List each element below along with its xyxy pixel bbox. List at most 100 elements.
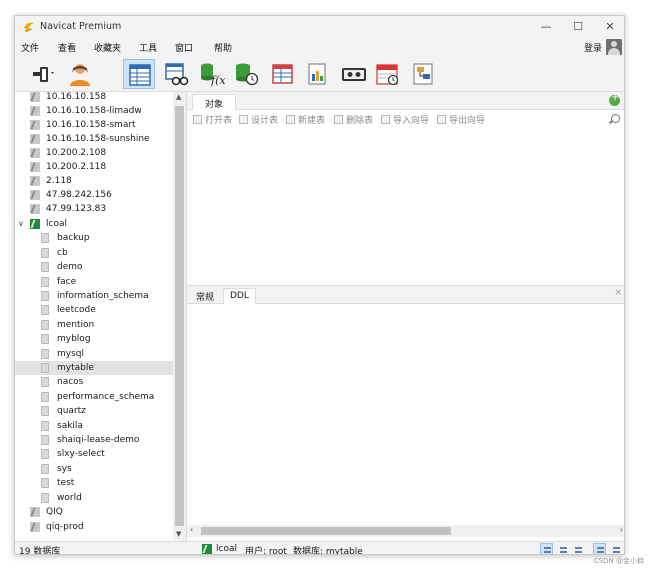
tree-database[interactable]: cb <box>15 246 173 260</box>
tree-database[interactable]: leetcode <box>15 303 173 317</box>
tree-connection[interactable]: 10.200.2.118 <box>15 160 173 174</box>
new-table-button[interactable]: 新建表 <box>286 113 325 126</box>
search-icon[interactable] <box>611 114 620 123</box>
tree-connection[interactable]: 10.16.10.158-limadw <box>15 104 173 118</box>
menu-file[interactable]: 文件 <box>21 41 39 54</box>
tree-database[interactable]: nacos <box>15 375 173 389</box>
table-button[interactable] <box>123 59 155 89</box>
database-icon <box>41 392 49 402</box>
tree-database[interactable]: performance_schema <box>15 390 173 404</box>
tree-database[interactable]: information_schema <box>15 289 173 303</box>
list-view-icon[interactable] <box>540 543 553 554</box>
menu-favorites[interactable]: 收藏夹 <box>94 41 121 54</box>
view-button[interactable] <box>160 59 192 89</box>
ddl-content[interactable] <box>187 304 624 522</box>
tree-connection[interactable]: 2.118 <box>15 174 173 188</box>
title-bar: Navicat Premium — ☐ ✕ <box>15 16 624 38</box>
database-icon <box>41 435 49 445</box>
menu-help[interactable]: 帮助 <box>214 41 232 54</box>
grid-view-icon[interactable] <box>571 543 584 554</box>
database-icon <box>41 277 49 287</box>
delete-table-icon <box>334 115 343 124</box>
model-button[interactable] <box>407 59 439 89</box>
status-connection-icon <box>202 544 212 554</box>
status-connection: lcoal <box>216 544 237 554</box>
menu-view[interactable]: 查看 <box>58 41 76 54</box>
backup-button[interactable] <box>337 59 369 89</box>
new-object-icon[interactable] <box>609 92 620 106</box>
design-table-icon <box>239 115 248 124</box>
database-icon <box>41 334 49 344</box>
event-button[interactable] <box>230 59 262 89</box>
scroll-right-icon[interactable]: › <box>620 525 623 534</box>
chevron-down-icon[interactable]: ∨ <box>18 217 24 231</box>
main-toolbar: f(x) <box>15 56 624 92</box>
open-table-button[interactable]: 打开表 <box>193 113 232 126</box>
schedule-button[interactable] <box>371 59 403 89</box>
navicat-logo-icon <box>24 22 34 32</box>
scrollbar-thumb[interactable] <box>201 527 451 535</box>
report-button[interactable] <box>301 59 333 89</box>
toggle-panel-icon[interactable] <box>593 543 606 554</box>
database-icon <box>41 478 49 488</box>
user-button[interactable] <box>63 59 95 89</box>
menu-window[interactable]: 窗口 <box>175 41 193 54</box>
tree-connection[interactable]: 47.98.242.156 <box>15 188 173 202</box>
tree-database[interactable]: demo <box>15 260 173 274</box>
database-icon <box>41 377 49 387</box>
function-button[interactable]: f(x) <box>195 59 227 89</box>
object-toolbar: 打开表 设计表 新建表 删除表 导入向导 导出向导 <box>187 111 624 127</box>
delete-table-button[interactable]: 删除表 <box>334 113 373 126</box>
scrollbar-thumb[interactable] <box>175 106 184 526</box>
tab-objects[interactable]: 对象 <box>192 94 237 110</box>
connection-icon <box>30 190 40 200</box>
tree-database[interactable]: shaiqi-lease-demo <box>15 433 173 447</box>
tree-connection[interactable]: 10.16.10.158-sunshine <box>15 132 173 146</box>
tab-ddl[interactable]: DDL <box>223 288 256 304</box>
navicat-window: Navicat Premium — ☐ ✕ 文件 查看 收藏夹 工具 窗口 帮助… <box>14 15 625 555</box>
tree-connection[interactable]: 10.16.10.158-smart <box>15 118 173 132</box>
horizontal-scrollbar[interactable]: ‹ › <box>187 525 624 537</box>
scroll-up-icon[interactable]: ▲ <box>176 93 181 101</box>
tree-database[interactable]: myblog <box>15 332 173 346</box>
watermark: CSDN @金小韩 <box>593 557 644 565</box>
scroll-left-icon[interactable]: ‹ <box>190 525 193 534</box>
tree-database[interactable]: sakila <box>15 419 173 433</box>
tree-database-selected[interactable]: mytable <box>15 361 173 375</box>
close-button[interactable]: ✕ <box>595 18 624 36</box>
tree-database[interactable]: mention <box>15 318 173 332</box>
export-wizard-button[interactable]: 导出向导 <box>437 113 485 126</box>
object-list-area[interactable] <box>187 127 624 285</box>
tree-database[interactable]: sys <box>15 462 173 476</box>
sidebar-scrollbar[interactable]: ▲ ▼ <box>173 92 186 541</box>
user-avatar-icon[interactable] <box>606 39 622 55</box>
query-button[interactable] <box>266 59 298 89</box>
scroll-down-icon[interactable]: ▼ <box>176 530 181 538</box>
minimize-button[interactable]: — <box>531 18 561 36</box>
login-button[interactable]: 登录 <box>584 41 602 54</box>
tree-connection[interactable]: qiq-prod <box>15 520 173 534</box>
tree-database[interactable]: backup <box>15 231 173 245</box>
tree-database[interactable]: mysql <box>15 347 173 361</box>
tree-database[interactable]: test <box>15 476 173 490</box>
toggle-sidebar-icon[interactable] <box>609 543 622 554</box>
tree-database[interactable]: quartz <box>15 404 173 418</box>
connection-icon <box>33 67 54 82</box>
tab-general[interactable]: 常规 <box>190 288 220 304</box>
tree-database[interactable]: face <box>15 275 173 289</box>
close-panel-icon[interactable]: × <box>614 288 622 298</box>
tree-connection-active[interactable]: ∨ lcoal <box>15 217 173 231</box>
tree-database[interactable]: slxy-select <box>15 447 173 461</box>
maximize-button[interactable]: ☐ <box>563 18 593 36</box>
tree-connection[interactable]: 47.99.123.83 <box>15 202 173 216</box>
status-database: 数据库: mytable <box>293 547 363 555</box>
design-table-button[interactable]: 设计表 <box>239 113 278 126</box>
tree-connection[interactable]: 10.16.10.158 <box>15 92 173 104</box>
tree-connection[interactable]: 10.200.2.108 <box>15 146 173 160</box>
import-wizard-button[interactable]: 导入向导 <box>381 113 429 126</box>
tree-database[interactable]: world <box>15 491 173 505</box>
menu-tools[interactable]: 工具 <box>139 41 157 54</box>
connection-button[interactable] <box>27 59 59 89</box>
tree-connection[interactable]: QIQ <box>15 505 173 519</box>
detail-view-icon[interactable] <box>556 543 569 554</box>
